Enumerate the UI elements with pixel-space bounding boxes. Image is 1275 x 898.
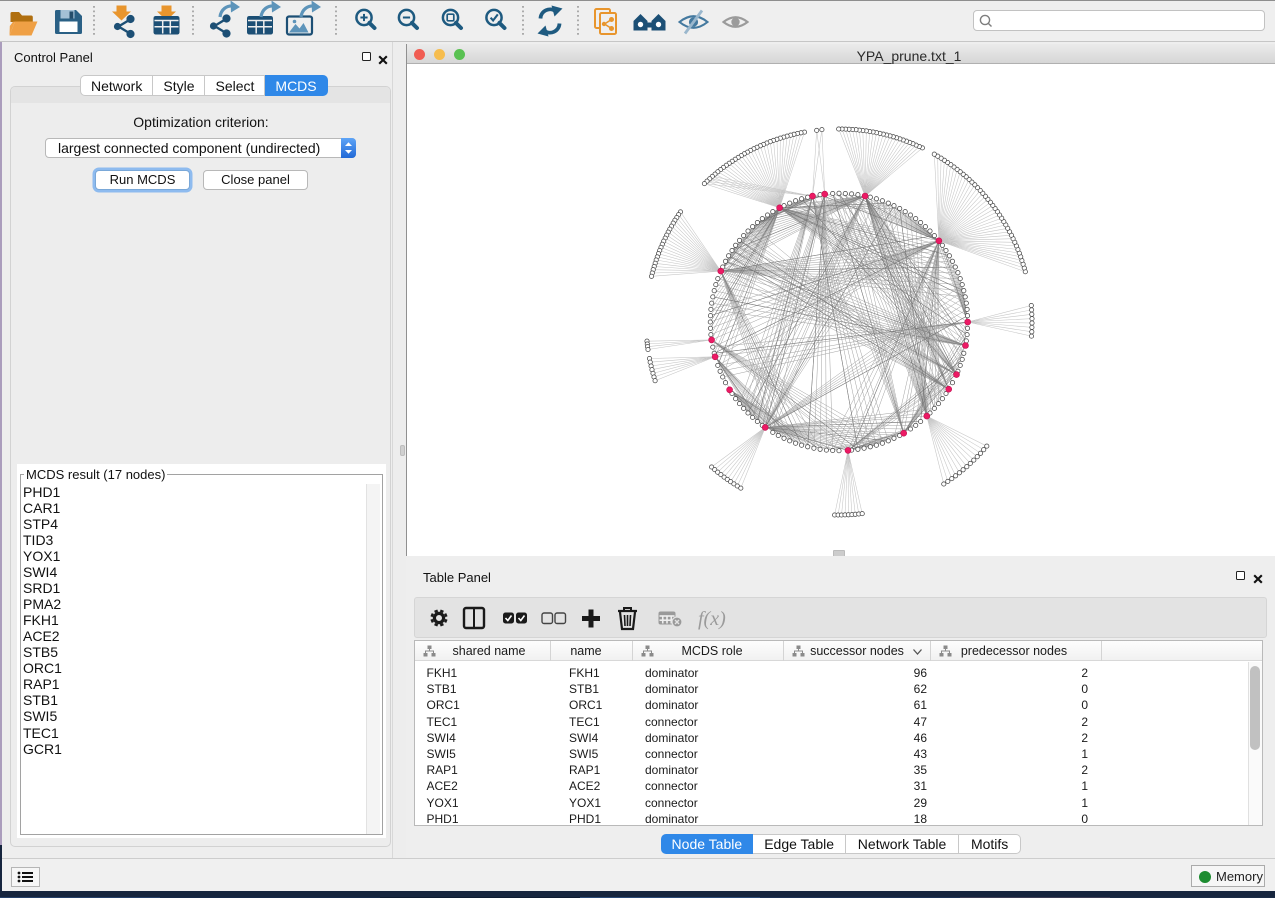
- svg-text:f(x): f(x): [698, 608, 726, 630]
